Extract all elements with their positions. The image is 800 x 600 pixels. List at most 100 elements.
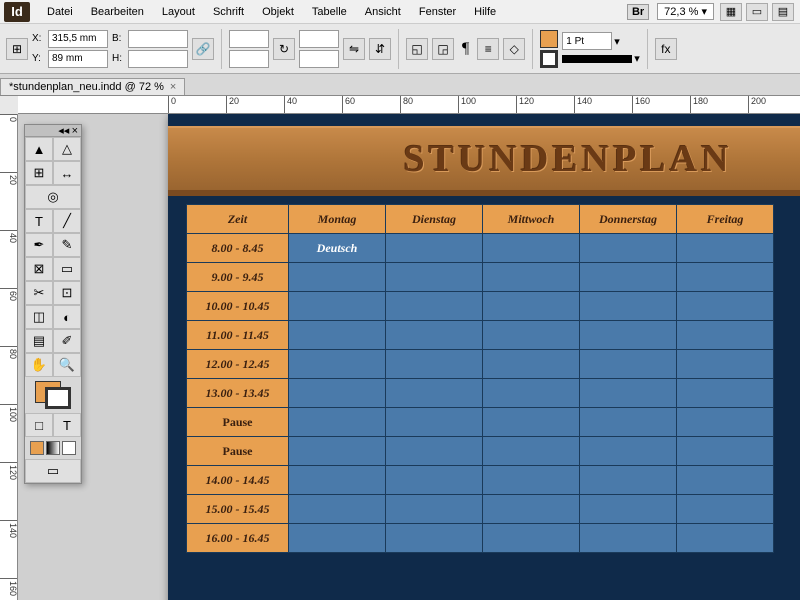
schedule-cell[interactable]: [483, 524, 580, 553]
schedule-cell[interactable]: [677, 466, 774, 495]
menu-fenster[interactable]: Fenster: [410, 6, 465, 18]
x-input[interactable]: [48, 30, 108, 48]
schedule-cell[interactable]: [483, 495, 580, 524]
stroke-swatch[interactable]: [540, 50, 558, 68]
time-cell[interactable]: 13.00 - 13.45: [187, 379, 289, 408]
reference-point-icon[interactable]: ⊞: [6, 38, 28, 60]
schedule-cell[interactable]: [580, 466, 677, 495]
rectangle-frame-tool[interactable]: ⊠: [25, 257, 53, 281]
schedule-cell[interactable]: [677, 524, 774, 553]
shear-input[interactable]: [299, 50, 339, 68]
corner-options-icon[interactable]: ◇: [503, 38, 525, 60]
schedule-cell[interactable]: [677, 437, 774, 466]
schedule-table[interactable]: ZeitMontagDienstagMittwochDonnerstagFrei…: [186, 204, 774, 553]
view-options-icon[interactable]: ▦: [720, 3, 742, 21]
pen-tool[interactable]: ✒: [25, 233, 53, 257]
constrain-icon[interactable]: 🔗: [192, 38, 214, 60]
document-page[interactable]: STUNDENPLAN ZeitMontagDienstagMittwochDo…: [168, 114, 800, 600]
schedule-cell[interactable]: [483, 437, 580, 466]
time-cell[interactable]: 15.00 - 15.45: [187, 495, 289, 524]
schedule-cell[interactable]: [289, 466, 386, 495]
schedule-cell[interactable]: [580, 292, 677, 321]
menu-ansicht[interactable]: Ansicht: [356, 6, 410, 18]
flip-v-icon[interactable]: ⇵: [369, 38, 391, 60]
select-content-icon[interactable]: ◲: [432, 38, 454, 60]
free-transform-tool[interactable]: ⊡: [53, 281, 81, 305]
document-tab[interactable]: *stundenplan_neu.indd @ 72 % ×: [0, 78, 185, 95]
view-mode-tool[interactable]: ▭: [25, 459, 81, 483]
scale-x-input[interactable]: [229, 30, 269, 48]
scale-y-input[interactable]: [229, 50, 269, 68]
schedule-cell[interactable]: [677, 350, 774, 379]
rotate-input[interactable]: [299, 30, 339, 48]
menu-objekt[interactable]: Objekt: [253, 6, 303, 18]
stroke-color-swatch[interactable]: [45, 387, 71, 409]
time-cell[interactable]: 8.00 - 8.45: [187, 234, 289, 263]
content-tool[interactable]: ◎: [25, 185, 81, 209]
stroke-style-dropdown[interactable]: [562, 55, 632, 63]
schedule-cell[interactable]: [580, 321, 677, 350]
schedule-cell[interactable]: [289, 379, 386, 408]
menu-bearbeiten[interactable]: Bearbeiten: [82, 6, 153, 18]
effects-icon[interactable]: fx: [655, 38, 677, 60]
schedule-cell[interactable]: [483, 466, 580, 495]
schedule-cell[interactable]: [677, 321, 774, 350]
schedule-cell[interactable]: [386, 466, 483, 495]
time-cell[interactable]: 12.00 - 12.45: [187, 350, 289, 379]
schedule-cell[interactable]: [386, 379, 483, 408]
type-tool[interactable]: T: [25, 209, 53, 233]
screen-mode-icon[interactable]: ▭: [746, 3, 768, 21]
schedule-cell[interactable]: [289, 321, 386, 350]
y-input[interactable]: [48, 50, 108, 68]
tab-close-icon[interactable]: ×: [170, 81, 176, 93]
schedule-cell[interactable]: [677, 292, 774, 321]
table-row[interactable]: Pause: [187, 408, 774, 437]
schedule-cell[interactable]: [483, 263, 580, 292]
schedule-cell[interactable]: [677, 408, 774, 437]
toolbox-header[interactable]: ◂◂ ×: [25, 125, 81, 137]
schedule-cell[interactable]: [289, 524, 386, 553]
menu-hilfe[interactable]: Hilfe: [465, 6, 505, 18]
rectangle-tool[interactable]: ▭: [53, 257, 81, 281]
gap-tool[interactable]: ↔: [53, 161, 81, 185]
pencil-tool[interactable]: ✎: [53, 233, 81, 257]
schedule-cell[interactable]: [386, 495, 483, 524]
arrange-icon[interactable]: ▤: [772, 3, 794, 21]
apply-gradient-icon[interactable]: [46, 441, 60, 455]
fill-box-tool[interactable]: □: [25, 413, 53, 437]
selection-tool[interactable]: ▲: [25, 137, 53, 161]
schedule-cell[interactable]: [580, 234, 677, 263]
schedule-cell[interactable]: [483, 350, 580, 379]
schedule-cell[interactable]: [289, 350, 386, 379]
schedule-cell[interactable]: [580, 263, 677, 292]
schedule-cell[interactable]: [483, 234, 580, 263]
schedule-cell[interactable]: [386, 350, 483, 379]
schedule-cell[interactable]: [289, 437, 386, 466]
schedule-cell[interactable]: [289, 263, 386, 292]
schedule-cell[interactable]: [386, 292, 483, 321]
text-wrap-icon[interactable]: ≡: [477, 38, 499, 60]
scissors-tool[interactable]: ✂: [25, 281, 53, 305]
table-row[interactable]: 11.00 - 11.45: [187, 321, 774, 350]
stroke-weight-input[interactable]: [562, 32, 612, 50]
note-tool[interactable]: ▤: [25, 329, 53, 353]
schedule-cell[interactable]: [386, 263, 483, 292]
close-icon[interactable]: ×: [72, 125, 78, 137]
table-row[interactable]: 12.00 - 12.45: [187, 350, 774, 379]
hand-tool[interactable]: ✋: [25, 353, 53, 377]
schedule-cell[interactable]: [483, 408, 580, 437]
menu-schrift[interactable]: Schrift: [204, 6, 253, 18]
table-row[interactable]: 14.00 - 14.45: [187, 466, 774, 495]
schedule-cell[interactable]: [677, 263, 774, 292]
canvas[interactable]: STUNDENPLAN ZeitMontagDienstagMittwochDo…: [18, 114, 800, 600]
page-tool[interactable]: ⊞: [25, 161, 53, 185]
w-input[interactable]: [128, 30, 188, 48]
schedule-cell[interactable]: [483, 292, 580, 321]
table-row[interactable]: 16.00 - 16.45: [187, 524, 774, 553]
bridge-button[interactable]: Br: [627, 4, 649, 20]
paragraph-icon[interactable]: ¶: [462, 40, 469, 58]
h-input[interactable]: [128, 50, 188, 68]
table-row[interactable]: Pause: [187, 437, 774, 466]
text-mode-tool[interactable]: T: [53, 413, 81, 437]
zoom-level-dropdown[interactable]: 72,3 % ▾: [657, 3, 714, 20]
